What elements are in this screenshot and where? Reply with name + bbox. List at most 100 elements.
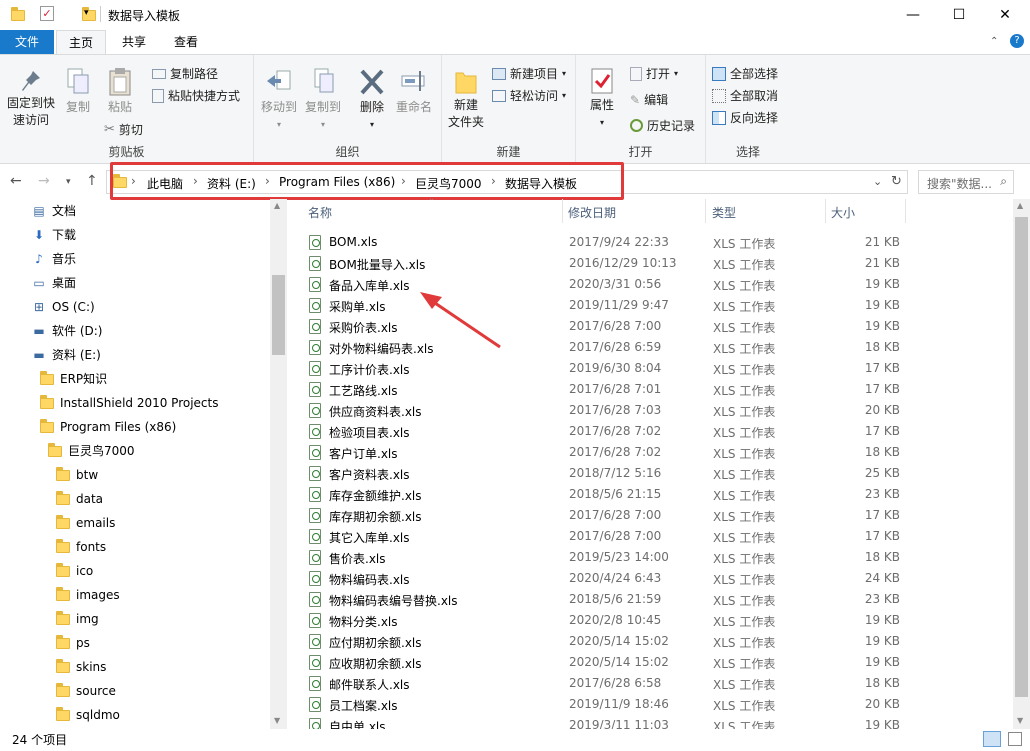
details-view-icon[interactable] xyxy=(983,731,1001,747)
tab-file[interactable]: 文件 xyxy=(0,30,54,54)
nav-item[interactable]: ⬇ 下载 xyxy=(32,224,76,246)
file-row[interactable]: 员工档案.xls 2019/11/9 18:46 XLS 工作表 20 KB xyxy=(300,694,1013,715)
refresh-icon[interactable]: ↻ xyxy=(891,174,902,189)
nav-item[interactable]: btw xyxy=(56,464,98,486)
file-row[interactable]: 采购单.xls 2019/11/29 9:47 XLS 工作表 19 KB xyxy=(300,295,1013,316)
edit-button[interactable]: ✎ 编辑 xyxy=(630,91,668,108)
nav-item[interactable]: emails xyxy=(56,512,115,534)
nav-scrollbar[interactable]: ▲ ▼ xyxy=(270,199,287,729)
file-row[interactable]: BOM.xls 2017/9/24 22:33 XLS 工作表 21 KB xyxy=(300,232,1013,253)
forward-arrow-icon[interactable]: → xyxy=(38,173,50,189)
select-none-button[interactable]: 全部取消 xyxy=(712,87,778,104)
file-row[interactable]: 物料分类.xls 2020/2/8 10:45 XLS 工作表 19 KB xyxy=(300,610,1013,631)
history-button[interactable]: 历史记录 xyxy=(630,117,695,134)
scroll-up-icon[interactable]: ▲ xyxy=(274,201,280,210)
file-row[interactable]: 应付期初余额.xls 2020/5/14 15:02 XLS 工作表 19 KB xyxy=(300,631,1013,652)
easy-access-button[interactable]: 轻松访问 ▾ xyxy=(492,87,566,104)
copy-to-button[interactable]: 复制到 ▾ xyxy=(302,67,344,133)
properties-button[interactable]: 属性 ▾ xyxy=(584,67,620,131)
close-button[interactable]: ✕ xyxy=(982,0,1028,30)
nav-item[interactable]: ps xyxy=(56,632,90,654)
nav-item[interactable]: ⊞ OS (C:) xyxy=(32,296,95,318)
nav-item[interactable]: ▤ 文档 xyxy=(32,200,76,222)
file-row[interactable]: 客户资料表.xls 2018/7/12 5:16 XLS 工作表 25 KB xyxy=(300,463,1013,484)
paste-button[interactable]: 粘贴 xyxy=(100,67,140,116)
search-input[interactable]: 搜索"数据... ⌕ xyxy=(918,170,1014,194)
file-row[interactable]: 应收期初余额.xls 2020/5/14 15:02 XLS 工作表 19 KB xyxy=(300,652,1013,673)
nav-item[interactable]: 巨灵鸟7000 xyxy=(48,440,135,462)
invert-selection-button[interactable]: 反向选择 xyxy=(712,109,778,126)
nav-item[interactable]: source xyxy=(56,680,116,702)
column-divider[interactable] xyxy=(825,199,826,223)
large-icons-view-icon[interactable] xyxy=(1008,732,1022,746)
file-row[interactable]: 供应商资料表.xls 2017/6/28 7:03 XLS 工作表 20 KB xyxy=(300,400,1013,421)
column-divider[interactable] xyxy=(705,199,706,223)
scroll-down-icon[interactable]: ▼ xyxy=(1017,716,1023,725)
column-divider[interactable] xyxy=(905,199,906,223)
up-arrow-icon[interactable]: ↑ xyxy=(86,173,98,189)
file-row[interactable]: 库存金额维护.xls 2018/5/6 21:15 XLS 工作表 23 KB xyxy=(300,484,1013,505)
file-row[interactable]: 备品入库单.xls 2020/3/31 0:56 XLS 工作表 19 KB xyxy=(300,274,1013,295)
file-row[interactable]: 库存期初余额.xls 2017/6/28 7:00 XLS 工作表 17 KB xyxy=(300,505,1013,526)
tab-view[interactable]: 查看 xyxy=(164,30,208,54)
file-row[interactable]: 采购价表.xls 2017/6/28 7:00 XLS 工作表 19 KB xyxy=(300,316,1013,337)
pin-quick-access-button[interactable]: 固定到快 速访问 xyxy=(4,69,58,129)
file-row[interactable]: 售价表.xls 2019/5/23 14:00 XLS 工作表 18 KB xyxy=(300,547,1013,568)
copy-button[interactable]: 复制 xyxy=(60,67,96,116)
back-arrow-icon[interactable]: ← xyxy=(10,173,22,189)
file-row[interactable]: 客户订单.xls 2017/6/28 7:02 XLS 工作表 18 KB xyxy=(300,442,1013,463)
nav-item[interactable]: images xyxy=(56,584,120,606)
maximize-button[interactable]: ☐ xyxy=(936,0,982,30)
nav-item[interactable]: skins xyxy=(56,656,106,678)
scroll-up-icon[interactable]: ▲ xyxy=(1017,201,1023,210)
move-to-button[interactable]: 移动到 ▾ xyxy=(258,67,300,133)
column-divider[interactable] xyxy=(562,199,563,223)
rename-button[interactable]: 重命名 xyxy=(392,67,436,116)
nav-item[interactable]: InstallShield 2010 Projects xyxy=(40,392,219,414)
nav-item[interactable]: ▬ 资料 (E:) xyxy=(32,344,100,366)
recent-locations-icon[interactable]: ▾ xyxy=(66,177,71,187)
select-all-button[interactable]: 全部选择 xyxy=(712,65,778,82)
scroll-down-icon[interactable]: ▼ xyxy=(274,716,280,725)
minimize-button[interactable]: — xyxy=(890,0,936,30)
column-type[interactable]: 类型 xyxy=(712,204,736,221)
new-item-button[interactable]: 新建项目 ▾ xyxy=(492,65,566,82)
file-row[interactable]: 物料编码表编号替换.xls 2018/5/6 21:59 XLS 工作表 23 KB xyxy=(300,589,1013,610)
cut-button[interactable]: ✂ 剪切 xyxy=(104,121,143,138)
tab-share[interactable]: 共享 xyxy=(112,30,156,54)
file-row[interactable]: 对外物料编码表.xls 2017/6/28 6:59 XLS 工作表 18 KB xyxy=(300,337,1013,358)
file-row[interactable]: BOM批量导入.xls 2016/12/29 10:13 XLS 工作表 21 KB xyxy=(300,253,1013,274)
nav-item[interactable]: ico xyxy=(56,560,93,582)
nav-item[interactable]: Program Files (x86) xyxy=(40,416,176,438)
content-scrollbar[interactable]: ▲ ▼ xyxy=(1013,199,1030,729)
nav-item[interactable]: data xyxy=(56,488,103,510)
nav-scroll-thumb[interactable] xyxy=(272,275,285,355)
column-date[interactable]: 修改日期 xyxy=(568,204,616,221)
address-history-dropdown-icon[interactable]: ⌄ xyxy=(873,175,882,188)
column-name[interactable]: 名称 xyxy=(308,204,332,221)
column-size[interactable]: 大小 xyxy=(831,204,855,221)
file-row[interactable]: 工序计价表.xls 2019/6/30 8:04 XLS 工作表 17 KB xyxy=(300,358,1013,379)
tab-home[interactable]: 主页 xyxy=(56,30,106,55)
nav-item[interactable]: ▬ 软件 (D:) xyxy=(32,320,102,342)
nav-item[interactable]: ERP知识 xyxy=(40,368,107,390)
open-button[interactable]: 打开 ▾ xyxy=(630,65,678,82)
help-icon[interactable]: ? xyxy=(1010,34,1024,48)
nav-item[interactable]: fonts xyxy=(56,536,106,558)
file-row[interactable]: 工艺路线.xls 2017/6/28 7:01 XLS 工作表 17 KB xyxy=(300,379,1013,400)
collapse-ribbon-icon[interactable]: ⌃ xyxy=(990,36,998,47)
paste-shortcut-button[interactable]: 粘贴快捷方式 xyxy=(152,87,240,104)
nav-item[interactable]: ♪ 音乐 xyxy=(32,248,76,270)
customize-quick-access-icon[interactable]: ▾ xyxy=(84,8,89,18)
file-row[interactable]: 检验项目表.xls 2017/6/28 7:02 XLS 工作表 17 KB xyxy=(300,421,1013,442)
file-row[interactable]: 物料编码表.xls 2020/4/24 6:43 XLS 工作表 24 KB xyxy=(300,568,1013,589)
new-folder-button[interactable]: 新建 文件夹 xyxy=(446,67,486,131)
properties-quick-icon[interactable]: ✓ xyxy=(40,6,54,21)
content-scroll-thumb[interactable] xyxy=(1015,217,1028,697)
copy-path-button[interactable]: 复制路径 xyxy=(152,65,218,82)
delete-button[interactable]: 删除 ▾ xyxy=(354,67,390,133)
file-row[interactable]: 自由单.xls 2019/3/11 11:03 XLS 工作表 19 KB xyxy=(300,715,1013,729)
file-row[interactable]: 其它入库单.xls 2017/6/28 7:00 XLS 工作表 17 KB xyxy=(300,526,1013,547)
nav-item[interactable]: sqldmo xyxy=(56,704,120,726)
nav-item[interactable]: img xyxy=(56,608,99,630)
